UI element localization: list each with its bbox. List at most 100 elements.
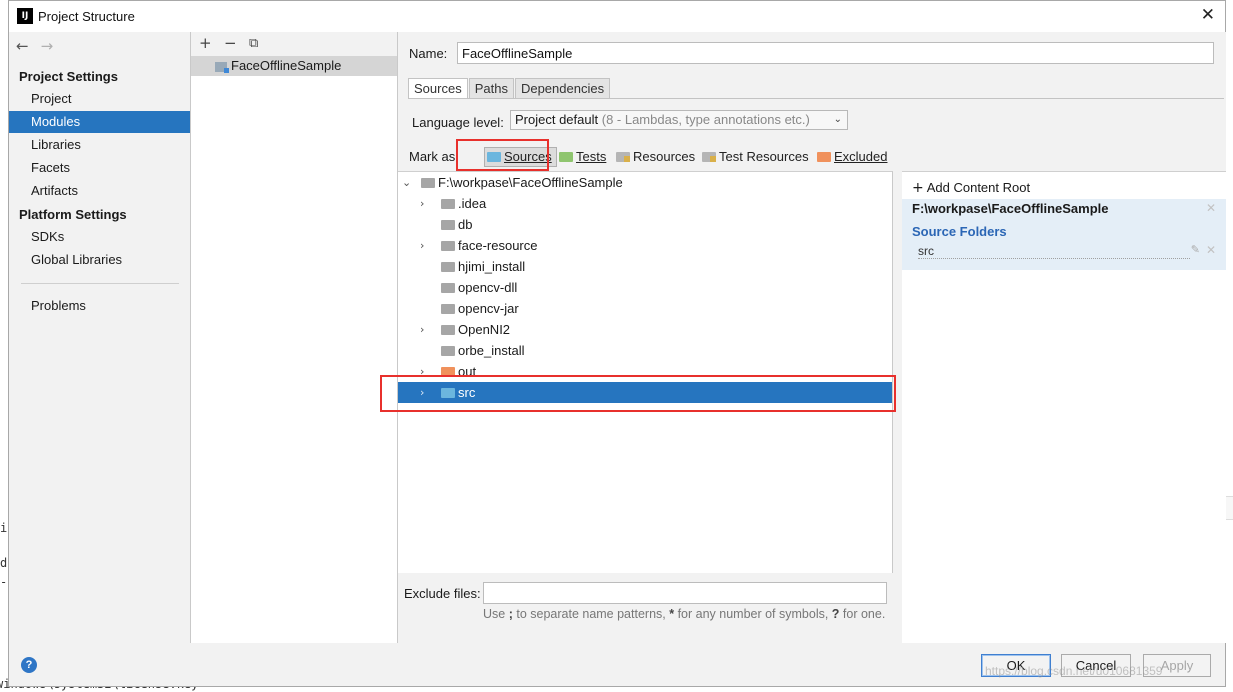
copy-module-icon[interactable]: ⧉ [249,36,258,51]
add-module-icon[interactable]: + [199,34,212,52]
tree-item-label: out [458,364,477,379]
mark-as-tests-button[interactable]: Tests [559,149,606,164]
project-settings-heading: Project Settings [19,69,118,84]
nav-item-problems[interactable]: Problems [9,295,190,317]
chevron-right-icon[interactable]: › [420,319,430,340]
language-level-value: Project default [515,112,599,127]
chevron-down-icon[interactable]: ⌄ [402,172,412,193]
language-level-label: Language level: [412,115,504,130]
tree-row-selected[interactable]: › src [398,382,892,403]
close-icon[interactable]: ✕ [1201,5,1215,25]
nav-item-artifacts[interactable]: Artifacts [9,180,190,202]
tree-row[interactable]: opencv-dll [398,277,892,298]
ok-button[interactable]: OK [981,654,1051,677]
nav-item-sdks[interactable]: SDKs [9,226,190,248]
folder-icon [441,220,455,230]
exclude-files-label: Exclude files: [404,586,481,601]
module-icon [215,62,229,73]
nav-history: ← → [16,37,65,55]
tree-item-label: opencv-jar [458,301,519,316]
nav-separator [21,283,179,284]
remove-source-folder-icon[interactable]: ✕ [1206,243,1216,257]
language-level-detail: (8 - Lambdas, type annotations etc.) [601,112,810,127]
folder-icon [421,178,435,188]
tab-dependencies[interactable]: Dependencies [514,78,611,99]
folder-icon [441,283,455,293]
mark-as-excluded-button[interactable]: Excluded [817,149,887,164]
chevron-down-icon: ⌄ [833,114,842,125]
tree-root-label: F:\workpase\FaceOfflineSample [438,175,623,190]
window-title: Project Structure [38,9,135,24]
content-root-tree: ⌄ F:\workpase\FaceOfflineSample › .idea … [398,171,893,573]
tab-sources[interactable]: Sources [408,78,468,99]
plus-icon: + [912,180,924,196]
excluded-folder-icon [817,152,831,162]
mark-as-test-resources-button[interactable]: Test Resources [702,149,809,164]
tree-row[interactable]: › face-resource [398,235,892,256]
nav-item-global-libraries[interactable]: Global Libraries [9,249,190,271]
tree-row[interactable]: › .idea [398,193,892,214]
tree-row[interactable]: orbe_install [398,340,892,361]
help-icon[interactable]: ? [21,657,37,673]
back-arrow-icon[interactable]: ← [16,37,29,55]
add-content-root-button[interactable]: + Add Content Root [912,180,1030,196]
mark-as-sources-button[interactable]: Sources [484,147,557,167]
chevron-right-icon[interactable]: › [420,193,430,214]
settings-nav: ← → Project Settings Project Modules Libr… [9,32,191,643]
platform-settings-heading: Platform Settings [19,207,127,222]
cancel-button[interactable]: Cancel [1061,654,1131,677]
mark-test-resources-label: Test Resources [719,149,809,164]
tree-row[interactable]: opencv-jar [398,298,892,319]
chevron-right-icon[interactable]: › [420,235,430,256]
nav-item-project[interactable]: Project [9,88,190,110]
module-tabs: Sources Paths Dependencies [408,78,611,99]
content-root-path: F:\workpase\FaceOfflineSample ✕ [902,199,1226,218]
source-folders-title: Source Folders [912,224,1007,239]
source-folders-section: Source Folders src ✎ ✕ [902,218,1226,270]
chevron-right-icon[interactable]: › [420,361,430,382]
forward-arrow-icon[interactable]: → [41,37,54,55]
folder-icon [441,199,455,209]
intellij-logo-icon: IJ [17,8,33,24]
apply-button[interactable]: Apply [1143,654,1211,677]
tree-row[interactable]: › OpenNI2 [398,319,892,340]
remove-module-icon[interactable]: − [224,34,237,52]
folder-icon [441,304,455,314]
exclude-files-hint: Use ; to separate name patterns, * for a… [483,607,886,621]
mark-tests-label: Tests [576,149,607,164]
mark-sources-label: Sources [504,149,552,164]
tab-paths[interactable]: Paths [468,78,514,99]
chevron-right-icon[interactable]: › [420,382,430,403]
module-editor: Name: Sources Paths Dependencies Languag… [398,32,1226,643]
module-toolbar: + − ⧉ [191,32,397,56]
mark-as-resources-button[interactable]: Resources [616,149,695,164]
source-folder-icon [441,388,455,398]
exclude-files-input[interactable] [483,582,887,604]
module-list-panel: + − ⧉ FaceOfflineSample [191,32,398,643]
sources-folder-icon [487,152,501,162]
language-level-select[interactable]: Project default (8 - Lambdas, type annot… [510,110,848,130]
excluded-folder-icon [441,367,455,377]
edit-pencil-icon[interactable]: ✎ [1191,243,1200,256]
module-name-input[interactable] [457,42,1214,64]
add-content-root-label: Add Content Root [926,180,1031,195]
tree-item-label: .idea [458,196,487,211]
nav-item-libraries[interactable]: Libraries [9,134,190,156]
tree-row[interactable]: › out [398,361,892,382]
tree-item-label: src [458,385,476,400]
mark-as-label: Mark as: [409,149,459,164]
nav-item-facets[interactable]: Facets [9,157,190,179]
tree-row[interactable]: hjimi_install [398,256,892,277]
tree-item-label: face-resource [458,238,538,253]
tree-row[interactable]: db [398,214,892,235]
tree-row-root[interactable]: ⌄ F:\workpase\FaceOfflineSample [398,172,892,193]
tree-item-label: orbe_install [458,343,525,358]
remove-content-root-icon[interactable]: ✕ [1206,199,1216,218]
name-label: Name: [409,46,448,61]
tabs-divider [408,98,1224,99]
content-root-panel: + Add Content Root F:\workpase\FaceOfflin… [902,171,1226,643]
folder-icon [441,241,455,251]
source-folder-item[interactable]: src [918,244,1190,259]
nav-item-modules[interactable]: Modules [9,111,190,133]
tree-item-label: db [458,217,473,232]
